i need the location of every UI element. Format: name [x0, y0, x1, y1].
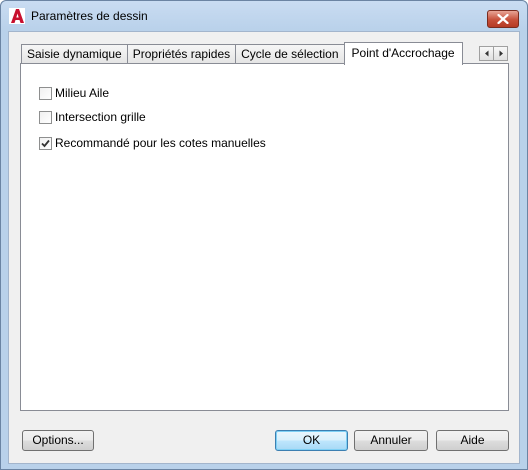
dialog-client-area: Saisie dynamique Propriétés rapides Cycl…: [8, 31, 520, 464]
window-title: Paramètres de dessin: [31, 9, 148, 23]
tab-panel: Milieu Aile Intersection grille Recomman…: [20, 63, 509, 411]
scroll-left-icon: [484, 50, 488, 57]
app-logo-icon: [9, 8, 25, 24]
tab-point-accrochage[interactable]: Point d'Accrochage: [343, 42, 463, 65]
checkbox-intersection-grille[interactable]: [39, 110, 52, 124]
option-intersection-grille[interactable]: Intersection grille: [39, 109, 146, 125]
option-milieu-aile[interactable]: Milieu Aile: [39, 85, 109, 101]
options-button[interactable]: Options...: [22, 430, 94, 451]
option-label: Intersection grille: [55, 110, 146, 124]
title-bar[interactable]: Paramètres de dessin: [1, 1, 527, 31]
tab-cycle-de-selection[interactable]: Cycle de sélection: [235, 44, 345, 64]
ok-button[interactable]: OK: [275, 430, 348, 451]
option-cotes-manuelles[interactable]: Recommandé pour les cotes manuelles: [39, 135, 266, 151]
dialog-window: Paramètres de dessin Saisie dynamique Pr…: [0, 0, 528, 470]
tab-strip: Saisie dynamique Propriétés rapides Cycl…: [21, 42, 463, 65]
option-label: Milieu Aile: [55, 86, 110, 100]
tab-saisie-dynamique[interactable]: Saisie dynamique: [21, 44, 128, 64]
tab-proprietes-rapides[interactable]: Propriétés rapides: [126, 44, 237, 64]
option-label: Recommandé pour les cotes manuelles: [55, 136, 266, 150]
checkmark-icon: [41, 139, 50, 147]
checkbox-cotes-manuelles[interactable]: [39, 136, 52, 150]
close-icon: [497, 14, 509, 24]
scroll-right-button[interactable]: [493, 46, 508, 61]
scroll-left-button[interactable]: [479, 46, 494, 61]
scroll-right-icon: [499, 50, 503, 57]
tab-scroll-controls: [479, 46, 508, 61]
cancel-button[interactable]: Annuler: [354, 430, 428, 451]
checkbox-milieu-aile[interactable]: [39, 86, 52, 100]
close-button[interactable]: [487, 10, 519, 28]
help-button[interactable]: Aide: [436, 430, 509, 451]
